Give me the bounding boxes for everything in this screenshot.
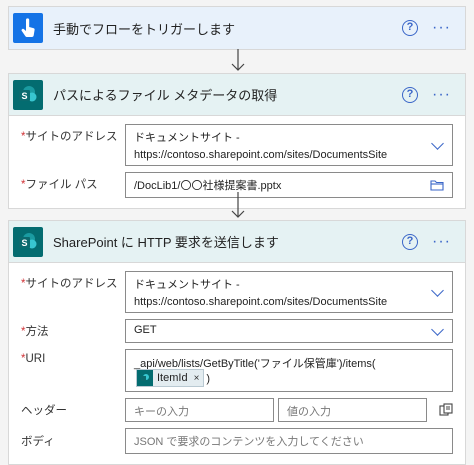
itemid-token-label: ItemId (157, 372, 188, 384)
body-label: ボディ (21, 436, 55, 448)
uri-input[interactable]: _api/web/lists/GetByTitle('ファイル保管庫')/ite… (125, 349, 453, 392)
flow-arrow-2 (231, 192, 245, 218)
send-http-request-body: *サイトのアドレス ドキュメントサイト - https://contoso.sh… (9, 263, 465, 464)
send-http-request-card[interactable]: S SharePoint に HTTP 要求を送信します ? ··· *サイトの… (8, 220, 466, 465)
close-icon[interactable]: × (194, 373, 200, 384)
file-path-input[interactable]: /DocLib1/〇〇社様提案書.pptx (125, 172, 453, 198)
flow-arrow-1 (231, 49, 245, 71)
svg-text:S: S (21, 91, 27, 101)
more-options-icon[interactable]: ··· (432, 233, 451, 249)
file-path-label: *ファイル パス (21, 172, 125, 192)
trigger-title: 手動でフローをトリガーします (53, 21, 236, 37)
header-value-input[interactable]: 値の入力 (278, 398, 427, 422)
sharepoint-icon: S (13, 226, 43, 257)
sharepoint-token-icon (137, 370, 153, 386)
site-address-row: *サイトのアドレス ドキュメントサイト - https://contoso.sh… (21, 271, 453, 313)
method-dropdown[interactable]: GET (125, 319, 453, 343)
header-label: ヘッダー (21, 405, 67, 417)
get-file-metadata-header[interactable]: S パスによるファイル メタデータの取得 ? ··· (9, 74, 465, 116)
help-icon[interactable]: ? (402, 233, 419, 250)
method-label: *方法 (21, 319, 125, 339)
manual-trigger-icon (13, 13, 43, 43)
method-row: *方法 GET (21, 319, 453, 343)
uri-suffix: ) (206, 372, 211, 385)
send-http-request-title: SharePoint に HTTP 要求を送信します (53, 235, 279, 250)
get-file-metadata-card[interactable]: S パスによるファイル メタデータの取得 ? ··· *サイトのアドレス ドキュ… (8, 73, 466, 209)
site-address-dropdown[interactable]: ドキュメントサイト - https://contoso.sharepoint.c… (125, 271, 453, 313)
site-address-label-text: サイトのアドレス (25, 131, 118, 143)
file-path-value: /DocLib1/〇〇社様提案書.pptx (134, 180, 282, 192)
itemid-token[interactable]: ItemId × (136, 369, 205, 387)
get-file-metadata-title: パスによるファイル メタデータの取得 (53, 88, 278, 103)
header-inputs: キーの入力 値の入力 (125, 398, 453, 422)
more-options-icon[interactable]: ··· (432, 86, 451, 102)
uri-label: *URI (21, 349, 125, 365)
site-address-row: *サイトのアドレス ドキュメントサイト - https://contoso.sh… (21, 124, 453, 166)
file-path-label-text: ファイル パス (25, 179, 98, 191)
header-row: ヘッダー キーの入力 値の入力 (21, 398, 453, 422)
site-address-line2: https://contoso.sharepoint.com/sites/Doc… (134, 149, 388, 161)
site-address-line2: https://contoso.sharepoint.com/sites/Doc… (134, 296, 388, 308)
uri-row: *URI _api/web/lists/GetByTitle('ファイル保管庫'… (21, 349, 453, 392)
trigger-card[interactable]: 手動でフローをトリガーします ? ··· (8, 6, 466, 50)
switch-to-text-mode-icon[interactable] (439, 403, 453, 417)
send-http-request-header[interactable]: S SharePoint に HTTP 要求を送信します ? ··· (9, 221, 465, 263)
site-address-line1: ドキュメントサイト - (134, 279, 240, 291)
trigger-header[interactable]: 手動でフローをトリガーします ? ··· (9, 7, 465, 49)
site-address-line1: ドキュメントサイト - (134, 132, 240, 144)
help-icon[interactable]: ? (402, 86, 419, 103)
sharepoint-icon: S (13, 79, 43, 110)
body-row: ボディ JSON で要求のコンテンツを入力してください (21, 428, 453, 454)
uri-label-text: URI (25, 353, 46, 365)
body-input[interactable]: JSON で要求のコンテンツを入力してください (125, 428, 453, 454)
site-address-label: *サイトのアドレス (21, 271, 125, 291)
chevron-down-icon[interactable] (431, 323, 444, 336)
method-label-text: 方法 (25, 326, 49, 338)
folder-icon[interactable] (430, 179, 444, 191)
header-key-input[interactable]: キーの入力 (125, 398, 274, 422)
svg-text:S: S (21, 238, 27, 248)
help-icon[interactable]: ? (402, 20, 419, 36)
site-address-dropdown[interactable]: ドキュメントサイト - https://contoso.sharepoint.c… (125, 124, 453, 166)
site-address-label-text: サイトのアドレス (25, 278, 118, 290)
more-options-icon[interactable]: ··· (432, 20, 451, 36)
site-address-label: *サイトのアドレス (21, 124, 125, 144)
method-value: GET (134, 324, 157, 336)
